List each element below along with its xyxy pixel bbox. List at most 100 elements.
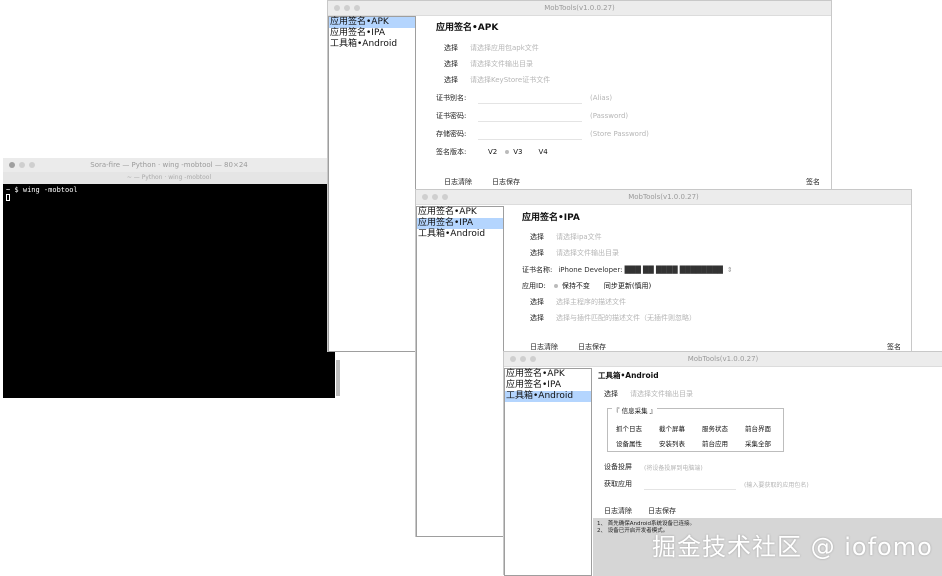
apk-select-row: 选择 请选择应用包apk文件 — [444, 43, 539, 53]
mirror-hint: (将设备投屏到电脑端) — [644, 464, 703, 472]
version-v4-option[interactable]: V4 — [539, 148, 548, 156]
terminal-titlebar: Sora-fire — Python · wing -mobtool — 80×… — [3, 158, 335, 173]
store-password-label: 存储密码: — [436, 130, 467, 138]
store-password-input[interactable] — [478, 128, 582, 140]
terminal-prompt: ~ $ wing -mobtool — [6, 186, 78, 194]
mirror-row: 设备投屏 (将设备投屏到电脑端) — [604, 462, 703, 472]
android-select-row: 选择 请选择文件输出目录 — [604, 389, 693, 399]
version-label: 签名版本: — [436, 148, 467, 156]
info-collect-grid: 抓个日志 截个屏幕 服务状态 前台界面 设备属性 安装列表 前台应用 采集全部 — [616, 423, 788, 448]
save-log-button[interactable]: 日志保存 — [492, 177, 520, 187]
grid-button-foreground-app[interactable]: 前台应用 — [702, 438, 745, 448]
apk-sidebar: 应用签名•APK 应用签名•IPA 工具箱•Android — [328, 16, 416, 352]
select-button[interactable]: 选择 — [444, 75, 458, 85]
getapp-button[interactable]: 获取应用 — [604, 479, 632, 489]
terminal-body[interactable]: ~ $ wing -mobtool — [3, 184, 335, 398]
select-button[interactable]: 选择 — [530, 313, 544, 323]
sidebar-item-ipa[interactable]: 应用签名•IPA — [417, 218, 503, 229]
sidebar-item-apk[interactable]: 应用签名•APK — [417, 207, 503, 218]
appid-sync-option[interactable]: 同步更新(慎用) — [604, 281, 651, 291]
alias-hint: (Alias) — [590, 94, 613, 102]
grid-button-service-status[interactable]: 服务状态 — [702, 423, 745, 433]
clear-log-button[interactable]: 日志清除 — [604, 506, 632, 516]
sidebar-item-apk[interactable]: 应用签名•APK — [329, 17, 415, 28]
sidebar-item-ipa[interactable]: 应用签名•IPA — [505, 380, 591, 391]
ipa-select-row: 选择 选择主程序的描述文件 — [530, 297, 626, 307]
terminal-scrollbar[interactable] — [336, 360, 340, 396]
version-v2-option[interactable]: V2 — [488, 148, 497, 156]
grid-button-device-props[interactable]: 设备属性 — [616, 438, 659, 448]
password-hint: (Password) — [590, 112, 629, 120]
terminal-window: Sora-fire — Python · wing -mobtool — 80×… — [3, 158, 340, 398]
ipa-sidebar: 应用签名•APK 应用签名•IPA 工具箱•Android — [416, 206, 504, 537]
sidebar-item-android[interactable]: 工具箱•Android — [329, 39, 415, 50]
apk-select-row: 选择 请选择文件输出目录 — [444, 59, 533, 69]
window-controls[interactable] — [334, 5, 360, 11]
window-controls[interactable] — [9, 162, 35, 168]
apk-log-actions: 日志清除 日志保存 — [444, 177, 532, 187]
select-button[interactable]: 选择 — [530, 232, 544, 242]
android-sidebar: 应用签名•APK 应用签名•IPA 工具箱•Android — [504, 368, 592, 576]
apk-heading: 应用签名•APK — [436, 23, 499, 33]
getapp-hint: (输入要获取的应用包名) — [744, 481, 809, 489]
apk-file-path: 请选择应用包apk文件 — [470, 44, 539, 52]
alias-row: 证书别名: (Alias) — [436, 92, 612, 104]
alias-label: 证书别名: — [436, 94, 467, 102]
password-input[interactable] — [478, 110, 582, 122]
cert-label: 证书名称: — [522, 266, 553, 274]
ipa-file-path: 请选择ipa文件 — [556, 233, 602, 241]
version-v3-option[interactable]: V3 — [505, 148, 523, 156]
save-log-button[interactable]: 日志保存 — [648, 506, 676, 516]
getapp-row: 获取应用 (输入要获取的应用包名) — [604, 478, 809, 490]
cert-row: 证书名称: iPhone Developer: ███ ██ ████ ████… — [522, 265, 733, 275]
output-dir-path: 请选择文件输出目录 — [630, 390, 693, 398]
window-controls[interactable] — [510, 356, 536, 362]
ipa-titlebar: MobTools(v1.0.0.27) — [416, 190, 911, 205]
appid-label: 应用ID: — [522, 282, 546, 290]
ipa-heading: 应用签名•IPA — [522, 213, 580, 223]
password-label: 证书密码: — [436, 112, 467, 120]
radio-dot-icon — [505, 150, 510, 154]
terminal-cursor — [6, 194, 10, 201]
select-button[interactable]: 选择 — [530, 297, 544, 307]
apk-window-title: MobTools(v1.0.0.27) — [544, 4, 615, 12]
terminal-tab-title[interactable]: ~ — Python · wing -mobtool — [127, 174, 211, 181]
appid-keep-option[interactable]: 保持不变 — [553, 281, 590, 291]
android-log-actions: 日志清除 日志保存 — [604, 506, 688, 516]
store-password-hint: (Store Password) — [590, 130, 649, 138]
grid-button-install-list[interactable]: 安装列表 — [659, 438, 702, 448]
select-button[interactable]: 选择 — [444, 43, 458, 53]
sidebar-item-apk[interactable]: 应用签名•APK — [505, 369, 591, 380]
appid-row: 应用ID: 保持不变 同步更新(慎用) — [522, 281, 659, 291]
ipa-select-row: 选择 请选择ipa文件 — [530, 232, 602, 242]
terminal-title: Sora-fire — Python · wing -mobtool — 80×… — [90, 161, 248, 169]
ipa-select-row: 选择 请选择文件输出目录 — [530, 248, 619, 258]
alias-input[interactable] — [478, 92, 582, 104]
grid-button-screenshot[interactable]: 截个屏幕 — [659, 423, 702, 433]
android-window-title: MobTools(v1.0.0.27) — [687, 355, 759, 363]
plugin-profile-path: 选择与插件匹配的描述文件（无插件则忽略） — [556, 314, 696, 322]
sidebar-item-android[interactable]: 工具箱•Android — [505, 391, 591, 402]
store-password-row: 存储密码: (Store Password) — [436, 128, 649, 140]
keystore-path: 请选择KeyStore证书文件 — [470, 76, 551, 84]
clear-log-button[interactable]: 日志清除 — [444, 177, 472, 187]
select-button[interactable]: 选择 — [530, 248, 544, 258]
sidebar-item-android[interactable]: 工具箱•Android — [417, 229, 503, 240]
package-input[interactable] — [644, 478, 736, 490]
mirror-button[interactable]: 设备投屏 — [604, 462, 632, 472]
select-button[interactable]: 选择 — [444, 59, 458, 69]
output-dir-path: 请选择文件输出目录 — [470, 60, 533, 68]
window-controls[interactable] — [422, 194, 448, 200]
cert-select[interactable]: iPhone Developer: ███ ██ ████ ████████ — [558, 266, 723, 274]
grid-button-log[interactable]: 抓个日志 — [616, 423, 659, 433]
version-row: 签名版本: V2 V3 V4 — [436, 147, 556, 157]
grid-button-collect-all[interactable]: 采集全部 — [745, 438, 788, 448]
apk-titlebar: MobTools(v1.0.0.27) — [328, 1, 831, 16]
group-title: 『 信息采集 』 — [612, 405, 658, 415]
apk-sign-row: 签名 — [806, 177, 832, 187]
password-row: 证书密码: (Password) — [436, 110, 628, 122]
sign-button[interactable]: 签名 — [806, 177, 820, 187]
select-button[interactable]: 选择 — [604, 389, 618, 399]
grid-button-foreground-ui[interactable]: 前台界面 — [745, 423, 788, 433]
sidebar-item-ipa[interactable]: 应用签名•IPA — [329, 28, 415, 39]
